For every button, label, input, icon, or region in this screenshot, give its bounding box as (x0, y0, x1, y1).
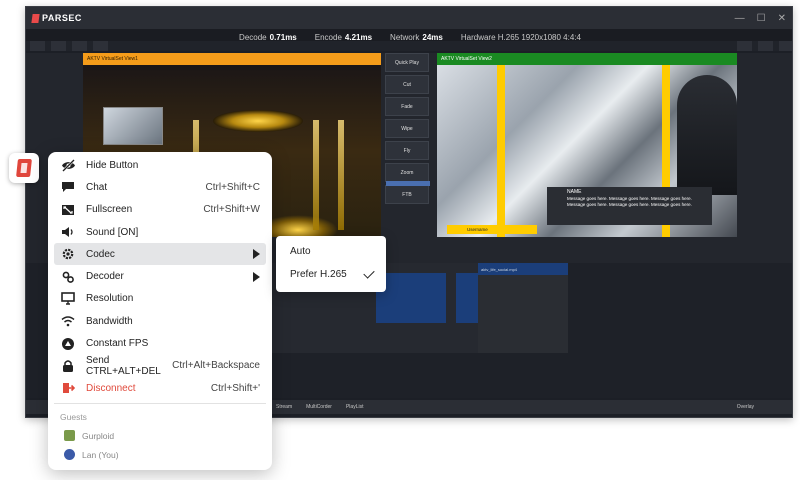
minimize-icon[interactable]: — (735, 13, 745, 24)
fps-icon (60, 337, 76, 351)
remote-menu-item (758, 41, 774, 51)
logo-text: PARSEC (42, 13, 82, 23)
lock-icon (60, 359, 76, 373)
menu-item-sound[interactable]: Sound [ON] (54, 221, 266, 243)
remote-menu-item (71, 41, 87, 51)
guest-avatar (64, 430, 75, 442)
fullscreen-icon (60, 203, 76, 217)
parsec-logo-icon (31, 13, 40, 23)
remote-menu-item (737, 41, 753, 51)
transition-slider[interactable] (386, 181, 430, 186)
speaker-icon (60, 225, 76, 239)
remote-menu-item (779, 41, 792, 51)
playlist-input[interactable]: aktv_life_social.mp4 (478, 263, 568, 353)
menu-item-constant-fps[interactable]: Constant FPS (54, 332, 266, 354)
wifi-icon (60, 314, 76, 328)
parsec-overlay-menu: Hide Button Chat Ctrl+Shift+C Fullscreen… (48, 152, 272, 470)
submenu-arrow-icon (253, 249, 260, 260)
chat-icon (60, 180, 76, 194)
playlist-title: aktv_life_social.mp4 (478, 263, 568, 275)
remote-menu-item (92, 41, 108, 51)
program-video: NAME Message goes here. Message goes her… (437, 65, 737, 237)
studio-pillar (313, 120, 319, 230)
fly-button[interactable]: Fly (385, 141, 429, 160)
eye-slash-icon (60, 158, 76, 172)
monitor-icon (60, 292, 76, 306)
presenter (677, 75, 737, 195)
zoom-button[interactable]: Zoom (385, 163, 429, 182)
quick-play-button[interactable]: Quick Play (385, 53, 429, 72)
parsec-overlay-button[interactable] (9, 153, 39, 183)
parsec-logo: PARSEC (31, 13, 82, 23)
codec-option-prefer-h265[interactable]: Prefer H.265 (276, 263, 386, 286)
window-controls: — ☐ ✕ (735, 13, 786, 24)
menu-item-send-ctrl-alt-del[interactable]: Send CTRL+ALT+DEL Ctrl+Alt+Backspace (54, 355, 266, 377)
stream-button[interactable]: Stream (276, 404, 292, 410)
lower-third-username: Username (447, 225, 537, 234)
menu-item-codec[interactable]: Codec (54, 243, 266, 266)
overlay-button[interactable]: Overlay (737, 404, 754, 410)
menu-item-disconnect[interactable]: Disconnect Ctrl+Shift+' (54, 377, 266, 399)
menu-item-fullscreen[interactable]: Fullscreen Ctrl+Shift+W (54, 199, 266, 221)
menu-item-hide-button[interactable]: Hide Button (54, 154, 266, 176)
checkmark-icon (363, 267, 375, 279)
codec-submenu: Auto Prefer H.265 (276, 236, 386, 292)
studio-screen (103, 107, 163, 145)
codec-gear-icon (60, 247, 76, 261)
ftb-button[interactable]: FTB (385, 185, 429, 204)
maximize-icon[interactable]: ☐ (757, 13, 766, 24)
guest-item[interactable]: Gurploid (54, 426, 266, 445)
remote-menu-item (50, 41, 66, 51)
set-stripe (497, 65, 505, 237)
lower-third-message: Message goes here. Message goes here. Me… (567, 196, 692, 207)
playlist-button[interactable]: PlayList (346, 404, 364, 410)
preview-title: AKTV VirtualSet View1 (83, 53, 381, 65)
studio-light (213, 110, 303, 132)
menu-item-resolution[interactable]: Resolution (54, 288, 266, 310)
disconnect-icon (60, 381, 76, 395)
menu-divider (54, 403, 266, 405)
guests-heading: Guests (60, 412, 87, 423)
program-title: AKTV VirtualSet View2 (437, 53, 737, 65)
menu-item-chat[interactable]: Chat Ctrl+Shift+C (54, 176, 266, 198)
guest-avatar (64, 449, 75, 461)
codec-option-auto[interactable]: Auto (276, 240, 386, 263)
menu-item-bandwidth[interactable]: Bandwidth (54, 310, 266, 332)
cut-button[interactable]: Cut (385, 75, 429, 94)
menu-item-decoder[interactable]: Decoder (54, 265, 266, 287)
multicorder-button[interactable]: MultiCorder (306, 404, 332, 410)
remote-menu-item (30, 41, 45, 51)
parsec-logo-icon (16, 159, 32, 177)
wipe-button[interactable]: Wipe (385, 119, 429, 138)
decoder-icon (60, 270, 76, 284)
submenu-arrow-icon (253, 271, 260, 282)
remote-app-menubar (26, 41, 792, 51)
title-bar: PARSEC — ☐ ✕ (26, 7, 792, 29)
studio-pillar (338, 120, 344, 230)
fade-button[interactable]: Fade (385, 97, 429, 116)
input-tile[interactable] (376, 273, 446, 323)
program-monitor: AKTV VirtualSet View2 NAME Message goes … (437, 53, 737, 237)
close-icon[interactable]: ✕ (778, 13, 786, 24)
guest-item[interactable]: Lan (You) (54, 445, 266, 464)
